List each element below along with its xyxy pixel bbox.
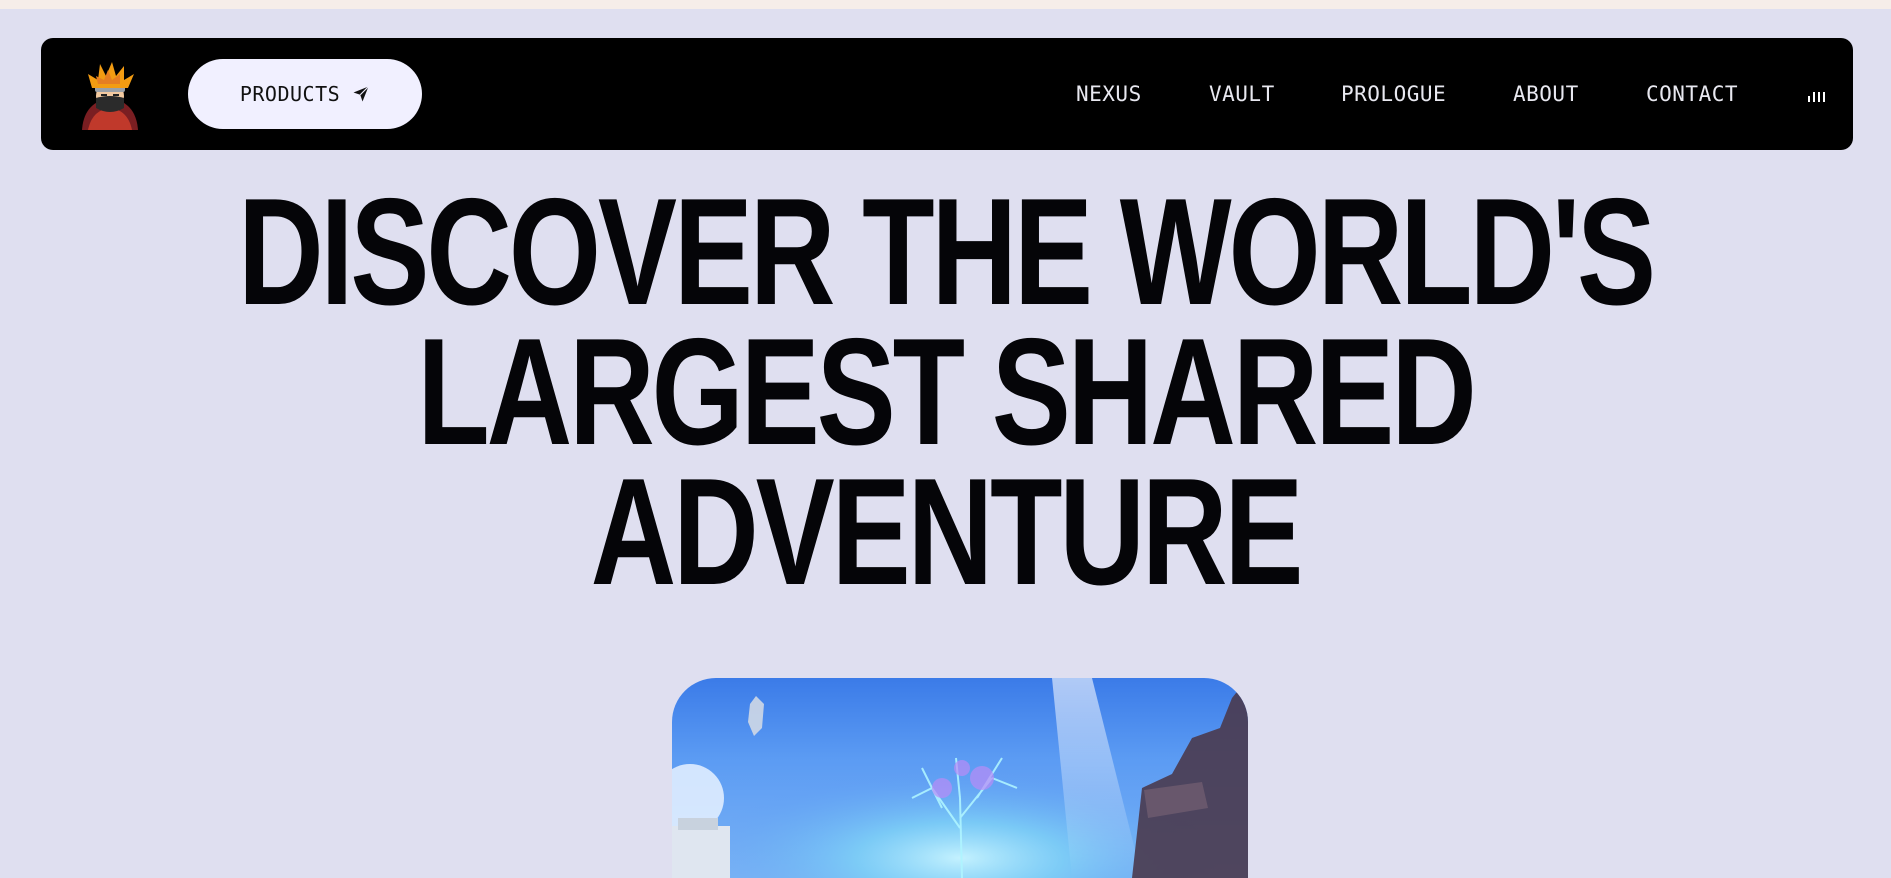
nav-link-prologue[interactable]: PROLOGUE [1341, 82, 1446, 106]
hero-title: DISCOVER THE WORLD'S LARGEST SHARED ADVE… [208, 167, 1683, 617]
nav-link-nexus[interactable]: NEXUS [1076, 82, 1142, 106]
hero-image [672, 678, 1248, 878]
top-strip [0, 0, 1891, 9]
nav-links: NEXUS VAULT PROLOGUE ABOUT CONTACT [41, 38, 1853, 150]
navbar: PRODUCTS NEXUS VAULT PROLOGUE ABOUT CONT… [41, 38, 1853, 150]
nav-link-contact[interactable]: CONTACT [1646, 82, 1738, 106]
nav-link-vault[interactable]: VAULT [1209, 82, 1275, 106]
hero-line-2: LARGEST SHARED [417, 307, 1476, 477]
hero-line-1: DISCOVER THE WORLD'S [238, 167, 1656, 337]
nav-link-about[interactable]: ABOUT [1513, 82, 1579, 106]
hero-line-3: ADVENTURE [590, 447, 1304, 617]
audio-bars-icon[interactable] [1808, 90, 1830, 102]
